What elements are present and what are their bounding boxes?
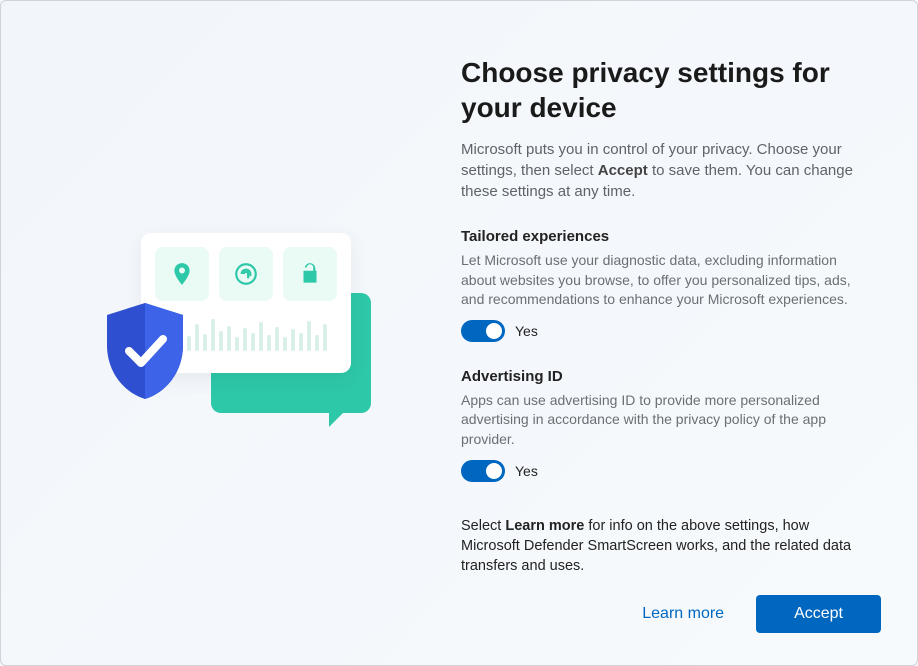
section-advertising-id: Advertising ID Apps can use advertising … <box>461 368 869 482</box>
toggle-state-label: Yes <box>515 323 538 339</box>
section-desc: Let Microsoft use your diagnostic data, … <box>461 251 869 310</box>
learn-more-button[interactable]: Learn more <box>642 605 724 623</box>
settings-pane: Choose privacy settings for your device … <box>461 1 917 665</box>
toggle-tailored-experiences[interactable] <box>461 320 505 342</box>
oobe-privacy-window: { "heading": "Choose privacy settings fo… <box>0 0 918 666</box>
section-title: Advertising ID <box>461 368 869 385</box>
footnote-pre: Select <box>461 518 505 534</box>
footnote-text: Select Learn more for info on the above … <box>461 516 869 577</box>
fingerprint-icon <box>219 247 273 301</box>
intro-text: Microsoft puts you in control of your pr… <box>461 139 869 202</box>
privacy-illustration <box>91 223 371 443</box>
accept-button[interactable]: Accept <box>756 595 881 633</box>
intro-bold: Accept <box>598 162 648 179</box>
location-pin-icon <box>155 247 209 301</box>
illustration-pane <box>1 1 461 665</box>
unlock-icon <box>283 247 337 301</box>
toggle-advertising-id[interactable] <box>461 460 505 482</box>
toggle-state-label: Yes <box>515 463 538 479</box>
action-bar: Learn more Accept <box>642 595 881 633</box>
section-desc: Apps can use advertising ID to provide m… <box>461 391 869 450</box>
footnote-bold: Learn more <box>505 518 584 534</box>
section-tailored-experiences: Tailored experiences Let Microsoft use y… <box>461 228 869 342</box>
section-title: Tailored experiences <box>461 228 869 245</box>
shield-check-icon <box>101 301 189 401</box>
page-title: Choose privacy settings for your device <box>461 55 869 125</box>
